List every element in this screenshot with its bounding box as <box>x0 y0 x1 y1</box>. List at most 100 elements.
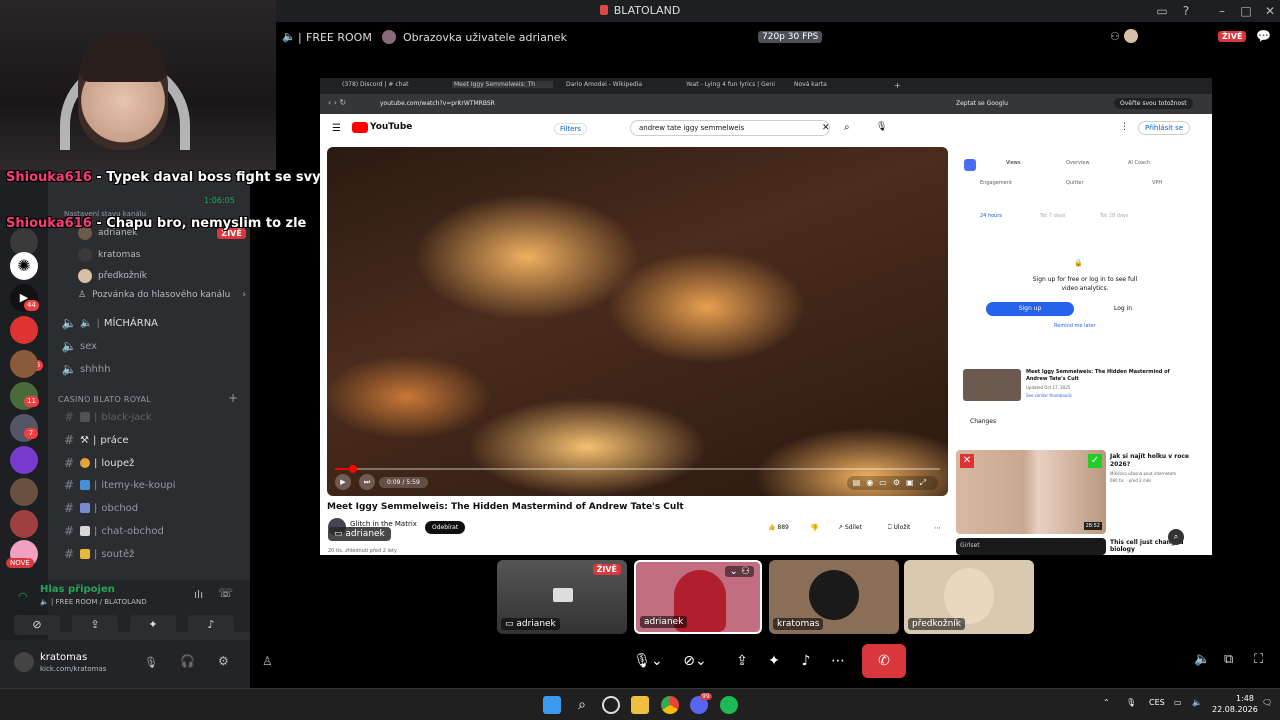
video-progress-bar[interactable] <box>335 465 940 473</box>
add-channel-icon[interactable]: + <box>228 391 238 405</box>
volume-icon[interactable]: 🔈 <box>1192 698 1202 707</box>
popout-icon[interactable]: ⧉ <box>1224 652 1233 667</box>
activities-button[interactable]: ✦ <box>762 644 786 678</box>
app-icon[interactable] <box>602 696 620 714</box>
rec-title[interactable]: Meet Iggy Semmelweis: The Hidden Masterm… <box>1026 369 1176 383</box>
server-icon[interactable] <box>10 446 38 474</box>
settings-gear-icon[interactable]: ⚙ <box>218 654 229 668</box>
browser-tab[interactable]: Yeat - Lying 4 fun lyrics | Geni <box>686 81 775 88</box>
youtube-logo[interactable]: YouTube <box>370 122 412 132</box>
text-channel-loupez[interactable]: # | loupež <box>58 453 244 473</box>
rec-thumbnail-large[interactable]: ✕ ✓ 28:52 <box>956 450 1106 534</box>
player-controls-right[interactable]: ▤◉▭⚙▣⤢ <box>846 476 938 490</box>
zoom-icon[interactable]: ⌕ <box>1168 529 1184 545</box>
spotify-icon[interactable] <box>720 696 738 714</box>
dislike-button[interactable]: 👎 <box>810 524 819 532</box>
text-channel-itemy[interactable]: # | itemy-ke-koupi <box>58 475 244 495</box>
new-tab-icon[interactable]: + <box>894 81 901 90</box>
voice-channel-shhhh[interactable]: 🔈 shhhh <box>58 359 244 379</box>
more-options-icon[interactable]: ⋯ <box>826 644 850 678</box>
volume-icon[interactable]: 🔈 <box>1194 652 1210 667</box>
network-icon[interactable]: ▭ <box>1174 698 1182 707</box>
menu-icon[interactable]: ☰ <box>332 123 341 134</box>
voice-channel-sex[interactable]: 🔈 sex <box>58 336 244 356</box>
participant-tile-kratomas[interactable]: kratomas <box>769 560 899 634</box>
leave-call-button[interactable]: ✆ <box>862 644 906 678</box>
tray-chevron-icon[interactable]: ⌃ <box>1103 698 1110 707</box>
period-tab[interactable]: Tot 28 days <box>1100 213 1129 219</box>
soundboard-icon[interactable]: ılı <box>194 588 203 601</box>
language-indicator[interactable]: CES <box>1149 698 1165 707</box>
rec-thumbnail[interactable] <box>963 369 1021 401</box>
help-icon[interactable]: ? <box>1178 3 1194 19</box>
browser-tab-active[interactable]: Meet Iggy Semmelweis: Th <box>452 81 553 88</box>
search-input[interactable]: andrew tate iggy semmelweis <box>630 120 830 136</box>
stream-channel-name[interactable]: FREE ROOM <box>306 31 372 44</box>
clear-search-icon[interactable]: ✕ <box>822 123 830 133</box>
fullscreen-icon[interactable]: ⛶ <box>1254 652 1263 667</box>
save-button[interactable]: ⎕ Uložit <box>888 524 910 532</box>
voice-channel-michrna[interactable]: 🔈 🔈 | MÍCHÁRNA <box>58 313 244 333</box>
disconnect-icon[interactable]: ☏ <box>218 586 233 600</box>
share-screen-button[interactable]: ⇪ <box>72 615 118 635</box>
invite-to-voice-link[interactable]: ♙ Pozvánka do hlasového kanálu › <box>78 290 246 300</box>
verify-identity-button[interactable]: Ověřte svou totožnost <box>1114 98 1193 109</box>
browser-tab[interactable]: (378) Discord | # chat <box>342 81 409 88</box>
server-icon[interactable] <box>10 510 38 538</box>
add-friend-icon[interactable]: ♙ <box>262 654 273 668</box>
similar-thumbnails-link[interactable]: See similar thumbnails <box>1026 393 1072 398</box>
windows-start-icon[interactable] <box>543 696 561 714</box>
microphone-icon[interactable]: 🎙 <box>144 656 158 669</box>
text-channel-soutez[interactable]: # | soutěž <box>58 544 244 564</box>
server-icon[interactable] <box>10 350 38 378</box>
ask-google-button[interactable]: Zeptat se Googlu <box>956 100 1008 107</box>
close-button[interactable]: ✕ <box>1262 3 1278 19</box>
text-channel-prace[interactable]: # ⚒ | práce <box>58 430 244 450</box>
activities-button[interactable]: ✦ <box>130 615 176 635</box>
soundboard-button[interactable]: ♪ <box>188 615 234 635</box>
notification-icon[interactable]: 🗨 <box>1262 698 1272 707</box>
text-channel-chat-obchod[interactable]: # | chat-obchod <box>58 521 244 541</box>
next-button[interactable]: ⏭ <box>359 474 375 490</box>
share-screen-button[interactable]: ⇪ <box>730 644 754 678</box>
subscribe-button[interactable]: Odebírat <box>425 521 466 534</box>
period-tab[interactable]: 24 hours <box>980 213 1002 219</box>
tab-views[interactable]: Views <box>1006 160 1020 166</box>
youtube-logo-icon[interactable] <box>352 122 368 133</box>
headphones-icon[interactable]: 🎧 <box>180 654 195 668</box>
minimize-button[interactable]: – <box>1214 3 1230 19</box>
search-icon[interactable]: ⌕ <box>573 696 591 714</box>
rec-channel[interactable]: Mikiřova úžasná pout internetem <box>1110 471 1176 476</box>
avatar[interactable] <box>14 652 34 672</box>
microphone-toggle[interactable]: 🎙⌄ <box>624 644 672 678</box>
participant-tile-adrianek[interactable]: ⌄ ⚇ adrianek <box>634 560 762 634</box>
tab-ai-coach[interactable]: AI Coach <box>1128 160 1150 166</box>
more-icon[interactable]: ⋮ <box>1120 122 1129 132</box>
sign-in-button[interactable]: Přihlásit se <box>1138 121 1191 135</box>
video-player[interactable]: ▶ ⏭ 0:09 / 5:59 ▤◉▭⚙▣⤢ <box>327 147 948 496</box>
like-button[interactable]: 👍 889 <box>768 524 789 531</box>
text-channel-black-jack[interactable]: # | black-jack <box>58 407 244 427</box>
file-explorer-icon[interactable] <box>631 696 649 714</box>
remind-later-link[interactable]: Remind me later <box>1054 323 1096 329</box>
browser-tab[interactable]: Nová karta <box>794 81 827 88</box>
tab-overview[interactable]: Overview <box>1066 160 1090 166</box>
url-field[interactable]: youtube.com/watch?v=prKrWTMRBSR <box>380 100 495 107</box>
voice-user-kratomas[interactable]: kratomas <box>78 248 140 262</box>
changes-section[interactable]: Changes <box>970 418 996 425</box>
voice-user-predkoznik[interactable]: předkožník <box>78 269 147 283</box>
share-button[interactable]: ↗ Sdílet <box>838 524 862 531</box>
text-channel-obchod[interactable]: # | obchod <box>58 498 244 518</box>
username[interactable]: kratomas <box>40 652 87 663</box>
participants-icon[interactable]: ⚇ <box>1110 30 1120 43</box>
browser-tab[interactable]: Dario Amodei - Wikipedia <box>566 81 642 88</box>
filters-button[interactable]: Filters <box>554 123 587 135</box>
period-tab[interactable]: Tot 7 days <box>1040 213 1065 219</box>
camera-off-button[interactable]: ⊘ <box>14 615 60 635</box>
openai-server-icon[interactable]: ✺ <box>10 252 38 280</box>
server-icon[interactable] <box>10 478 38 506</box>
camera-toggle[interactable]: ⊘⌄ <box>674 644 716 678</box>
category-header[interactable]: CASINO BLATO ROYAL <box>58 395 151 404</box>
server-icon[interactable] <box>10 316 38 344</box>
clock-date[interactable]: 22.08.2026 <box>1212 705 1258 714</box>
